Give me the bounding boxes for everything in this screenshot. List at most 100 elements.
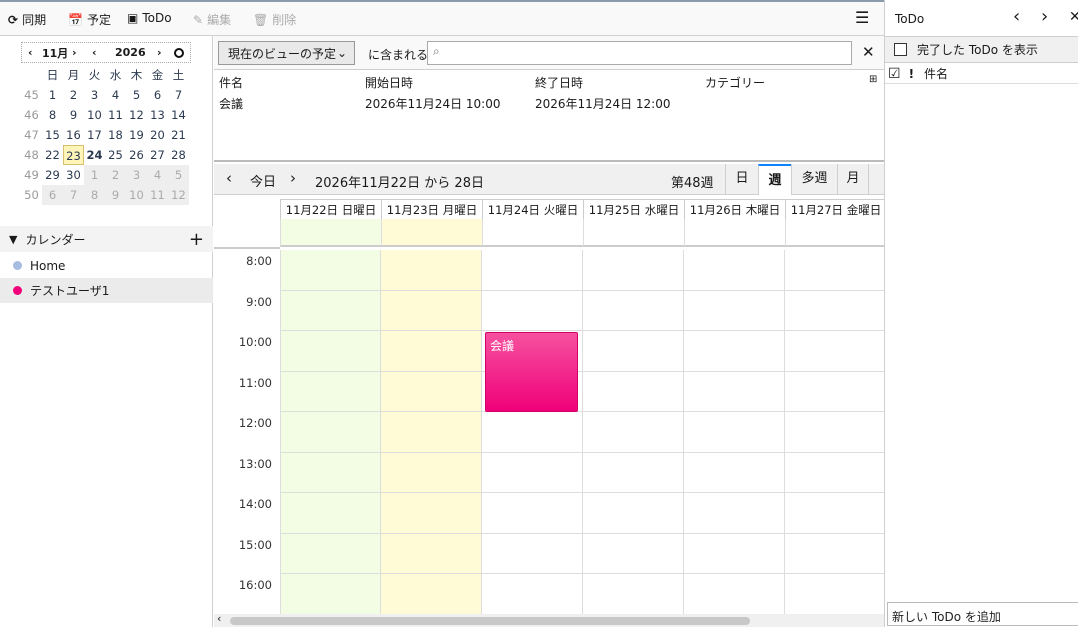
- next-icon[interactable]: ›: [290, 169, 296, 187]
- day-cell[interactable]: 1: [84, 165, 105, 185]
- time-slot[interactable]: [381, 331, 482, 372]
- time-slot[interactable]: [684, 452, 785, 493]
- tab-multiweek[interactable]: 多週: [791, 164, 837, 194]
- time-slot[interactable]: [482, 250, 583, 291]
- horizontal-scrollbar[interactable]: ‹: [214, 612, 884, 627]
- time-slot[interactable]: [684, 290, 785, 331]
- time-slot[interactable]: [785, 250, 884, 291]
- add-calendar-icon[interactable]: +: [189, 229, 204, 250]
- day-cell[interactable]: 5: [126, 85, 147, 105]
- prev-year-icon[interactable]: ‹: [92, 46, 97, 59]
- day-cell[interactable]: 19: [126, 125, 147, 145]
- time-slot[interactable]: [583, 533, 684, 574]
- day-header[interactable]: 11月22日 日曜日: [280, 199, 382, 219]
- event-search-input[interactable]: ⌕: [427, 41, 852, 65]
- day-header[interactable]: 11月24日 火曜日: [482, 199, 584, 219]
- day-cell[interactable]: 3: [126, 165, 147, 185]
- time-slot[interactable]: [280, 250, 381, 291]
- day-cell[interactable]: 10: [84, 105, 105, 125]
- time-slot[interactable]: [280, 493, 381, 534]
- year-label[interactable]: 2026: [115, 46, 146, 59]
- allday-cell[interactable]: [381, 219, 483, 247]
- time-slot[interactable]: [684, 250, 785, 291]
- time-slot[interactable]: [684, 574, 785, 614]
- day-cell[interactable]: 7: [63, 185, 84, 205]
- completed-column-icon[interactable]: ☑: [888, 66, 901, 82]
- day-cell[interactable]: 29: [42, 165, 63, 185]
- day-header[interactable]: 11月27日 金曜日: [785, 199, 884, 219]
- day-header[interactable]: 11月25日 水曜日: [583, 199, 685, 219]
- day-cell[interactable]: 10: [126, 185, 147, 205]
- day-cell[interactable]: 6: [42, 185, 63, 205]
- prev-icon[interactable]: ‹: [226, 169, 232, 187]
- time-slot[interactable]: [381, 574, 482, 614]
- allday-cell[interactable]: [583, 219, 685, 247]
- new-event-button[interactable]: 📅 予定: [68, 11, 111, 28]
- tab-month[interactable]: 月: [837, 164, 869, 194]
- event-filter-select[interactable]: 現在のビューの予定 ⌄: [218, 41, 355, 65]
- day-cell[interactable]: 6: [147, 85, 168, 105]
- time-slot[interactable]: [381, 452, 482, 493]
- tab-week[interactable]: 週: [758, 164, 791, 195]
- prev-icon[interactable]: ‹: [1013, 6, 1020, 27]
- day-cell[interactable]: 26: [126, 145, 147, 165]
- next-month-icon[interactable]: ›: [72, 46, 77, 59]
- day-cell[interactable]: 12: [126, 105, 147, 125]
- calendar-event[interactable]: 会議: [485, 332, 578, 412]
- scrollbar-thumb[interactable]: [230, 617, 750, 625]
- time-slot[interactable]: [482, 412, 583, 453]
- time-slot[interactable]: [583, 290, 684, 331]
- day-header[interactable]: 11月26日 木曜日: [684, 199, 786, 219]
- time-slot[interactable]: [381, 533, 482, 574]
- menu-icon[interactable]: ☰: [855, 8, 869, 27]
- day-cell[interactable]: 11: [105, 105, 126, 125]
- time-slot[interactable]: [482, 290, 583, 331]
- day-cell[interactable]: 16: [63, 125, 84, 145]
- time-slot[interactable]: [684, 331, 785, 372]
- time-slot[interactable]: [583, 493, 684, 534]
- time-slot[interactable]: [785, 493, 884, 534]
- today-icon[interactable]: [174, 47, 184, 58]
- month-label[interactable]: 11月: [42, 45, 68, 61]
- day-cell[interactable]: 30: [63, 165, 84, 185]
- time-slot[interactable]: [684, 371, 785, 412]
- time-slot[interactable]: [381, 290, 482, 331]
- day-cell[interactable]: 4: [105, 85, 126, 105]
- chevron-down-icon[interactable]: ▼: [9, 233, 17, 246]
- time-slot[interactable]: [583, 371, 684, 412]
- time-slot[interactable]: [583, 574, 684, 614]
- day-cell[interactable]: 4: [147, 165, 168, 185]
- time-slot[interactable]: [785, 371, 884, 412]
- time-slot[interactable]: [684, 493, 785, 534]
- column-header-end[interactable]: 終了日時: [535, 74, 583, 91]
- day-cell[interactable]: 2: [63, 85, 84, 105]
- column-picker-icon[interactable]: ⊞: [869, 74, 877, 85]
- day-cell[interactable]: 20: [147, 125, 168, 145]
- day-cell[interactable]: 3: [84, 85, 105, 105]
- time-slot[interactable]: [785, 290, 884, 331]
- day-cell[interactable]: 14: [168, 105, 189, 125]
- allday-cell[interactable]: [482, 219, 584, 247]
- day-cell[interactable]: 17: [84, 125, 105, 145]
- time-slot[interactable]: [482, 452, 583, 493]
- time-slot[interactable]: [785, 412, 884, 453]
- day-cell[interactable]: 1: [42, 85, 63, 105]
- time-slot[interactable]: [381, 250, 482, 291]
- show-completed-checkbox[interactable]: 完了した ToDo を表示: [885, 36, 1078, 63]
- column-header-category[interactable]: カテゴリー: [705, 74, 765, 91]
- time-slot[interactable]: [482, 493, 583, 534]
- next-year-icon[interactable]: ›: [157, 46, 162, 59]
- time-slot[interactable]: [280, 574, 381, 614]
- time-slot[interactable]: [280, 371, 381, 412]
- time-slot[interactable]: [381, 493, 482, 534]
- time-slot[interactable]: [785, 533, 884, 574]
- column-header-title[interactable]: 件名: [924, 65, 948, 82]
- close-icon[interactable]: ✕: [862, 43, 875, 61]
- today-button[interactable]: 今日: [250, 171, 276, 190]
- allday-cell[interactable]: [785, 219, 884, 247]
- sync-button[interactable]: ⟳ 同期: [8, 11, 46, 28]
- day-cell[interactable]: 8: [42, 105, 63, 125]
- day-cell[interactable]: 11: [147, 185, 168, 205]
- calendar-list-header[interactable]: ▼ カレンダー +: [0, 226, 213, 252]
- day-cell[interactable]: 18: [105, 125, 126, 145]
